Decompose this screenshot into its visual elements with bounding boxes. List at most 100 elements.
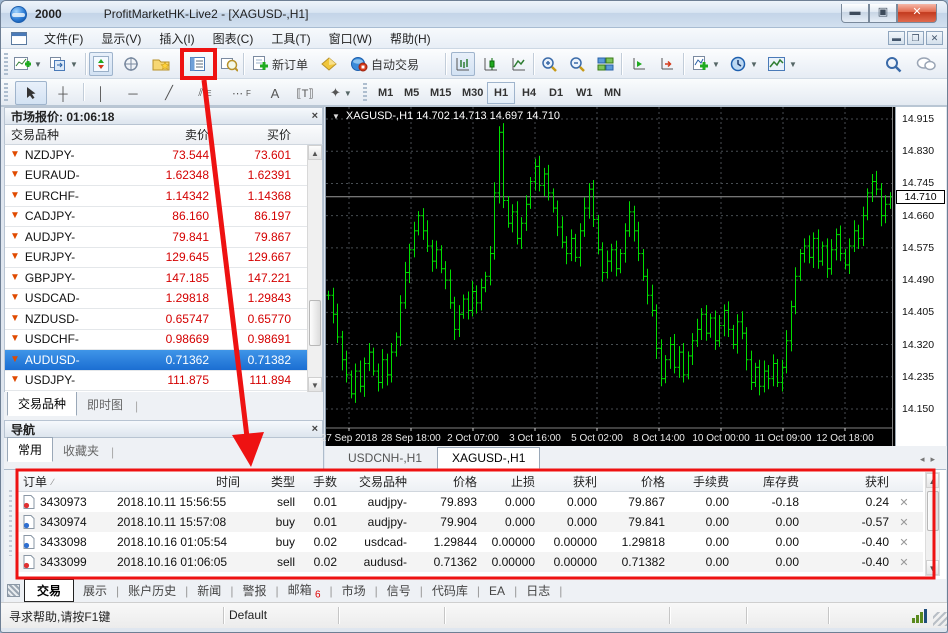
scrollbar-thumb[interactable] bbox=[927, 491, 939, 531]
mdi-minimize-button[interactable]: ▬ bbox=[888, 31, 905, 45]
timeframe-h4[interactable]: H4 bbox=[515, 82, 543, 104]
market-row-selected[interactable]: ▼ AUDUSD- 0.71362 0.71382 bbox=[5, 350, 322, 371]
resize-grip[interactable] bbox=[933, 612, 947, 626]
market-row[interactable]: ▼ NZDUSD- 0.65747 0.65770 bbox=[5, 309, 322, 330]
timeframe-mn[interactable]: MN bbox=[597, 82, 628, 104]
col-bid[interactable]: 卖价 bbox=[135, 126, 217, 143]
market-watch-scrollbar[interactable]: ▲ ▼ bbox=[307, 145, 322, 392]
close-order-icon[interactable]: ✕ bbox=[894, 496, 914, 509]
terminal-toggle-button[interactable] bbox=[185, 52, 209, 76]
tab-account-history[interactable]: 账户历史 bbox=[119, 580, 185, 601]
line-chart-button[interactable] bbox=[507, 52, 531, 76]
tab-common[interactable]: 常用 bbox=[7, 437, 54, 462]
tab-favorites[interactable]: 收藏夹 bbox=[53, 439, 109, 462]
new-order-button[interactable]: 新订单 bbox=[249, 52, 311, 76]
candlestick-chart-button[interactable] bbox=[479, 52, 503, 76]
tile-windows-button[interactable] bbox=[593, 52, 617, 76]
tab-tick-chart[interactable]: 即时图 bbox=[77, 393, 133, 416]
market-row[interactable]: ▼ GBPJPY- 147.185 147.221 bbox=[5, 268, 322, 289]
market-watch-toggle-button[interactable] bbox=[89, 52, 113, 76]
chart-window[interactable]: ▼ XAGUSD-,H1 14.702 14.713 14.697 14.710… bbox=[321, 107, 946, 446]
menu-file[interactable]: 文件(F) bbox=[35, 28, 92, 49]
order-row[interactable]: 3430974 2018.10.11 15:57:08 buy 0.01 audjpy… bbox=[18, 512, 923, 532]
bar-chart-button[interactable] bbox=[451, 52, 475, 76]
order-row[interactable]: 3433099 2018.10.16 01:06:05 sell 0.02 audus… bbox=[18, 552, 923, 572]
maximize-button[interactable]: ▣ bbox=[869, 4, 897, 23]
timeframe-m30[interactable]: M30 bbox=[455, 82, 490, 104]
market-row[interactable]: ▼ AUDJPY- 79.841 79.867 bbox=[5, 227, 322, 248]
col-profit[interactable]: 获利 bbox=[804, 473, 894, 490]
close-order-icon[interactable]: ✕ bbox=[894, 516, 914, 529]
market-row[interactable]: ▼ EURAUD- 1.62348 1.62391 bbox=[5, 166, 322, 186]
strategy-tester-button[interactable] bbox=[217, 52, 241, 76]
scrollbar-thumb[interactable] bbox=[309, 300, 321, 346]
timeframe-w1[interactable]: W1 bbox=[569, 82, 600, 104]
tab-signals[interactable]: 信号 bbox=[378, 580, 420, 601]
menu-help[interactable]: 帮助(H) bbox=[381, 28, 440, 49]
close-button[interactable]: ✕ bbox=[897, 4, 937, 23]
tab-alerts[interactable]: 警报 bbox=[233, 580, 275, 601]
col-order[interactable]: 订单 ∕ bbox=[18, 473, 112, 490]
metaeditor-button[interactable] bbox=[317, 52, 341, 76]
trendline-tool-button[interactable]: ╱ bbox=[157, 81, 181, 105]
market-row[interactable]: ▼ EURJPY- 129.645 129.667 bbox=[5, 248, 322, 268]
new-chart-button[interactable]: ▼ bbox=[11, 52, 45, 76]
chart-tab-scroll-icons[interactable]: ◂▸ bbox=[920, 454, 941, 465]
market-row[interactable]: ▼ USDCHF- 0.98669 0.98691 bbox=[5, 330, 322, 350]
tab-journal[interactable]: 日志 bbox=[517, 580, 559, 601]
timeframe-m15[interactable]: M15 bbox=[423, 82, 458, 104]
profiles-button[interactable]: ▼ bbox=[47, 52, 81, 76]
close-order-icon[interactable]: ✕ bbox=[894, 536, 914, 549]
tab-market[interactable]: 市场 bbox=[333, 580, 375, 601]
scroll-down-icon[interactable]: ▼ bbox=[308, 377, 322, 392]
channel-tool-button[interactable]: ⫽ E bbox=[193, 81, 217, 105]
scroll-up-icon[interactable]: ▲ bbox=[926, 473, 939, 488]
minimize-button[interactable]: ▬ bbox=[841, 4, 869, 23]
crosshair-tool-button[interactable]: ┼ bbox=[51, 81, 75, 105]
vertical-line-tool-button[interactable]: │ bbox=[89, 81, 113, 105]
col-symbol[interactable]: 交易品种 bbox=[342, 473, 412, 490]
market-row[interactable]: ▼ NZDJPY- 73.544 73.601 bbox=[5, 145, 322, 166]
toolbar-grip[interactable] bbox=[4, 83, 8, 103]
col-swap[interactable]: 库存费 bbox=[734, 473, 804, 490]
tab-trade[interactable]: 交易 bbox=[24, 579, 75, 602]
market-row[interactable]: ▼ CADJPY- 86.160 86.197 bbox=[5, 207, 322, 227]
market-watch-close-icon[interactable]: × bbox=[312, 110, 318, 122]
col-ask[interactable]: 买价 bbox=[217, 126, 299, 143]
terminal-grip[interactable] bbox=[4, 470, 18, 580]
price-chart[interactable] bbox=[326, 107, 896, 446]
col-price-current[interactable]: 价格 bbox=[602, 473, 670, 490]
col-sl[interactable]: 止损 bbox=[482, 473, 540, 490]
zoom-out-button[interactable] bbox=[565, 52, 589, 76]
periods-button[interactable]: ▼ bbox=[727, 52, 761, 76]
chart-window-icon[interactable] bbox=[11, 31, 27, 45]
col-time[interactable]: 时间 bbox=[112, 473, 245, 490]
terminal-scrollbar[interactable]: ▲ ▼ bbox=[925, 472, 940, 576]
tab-code-base[interactable]: 代码库 bbox=[423, 580, 477, 601]
chart-tab-usdcnh[interactable]: USDCNH-,H1 bbox=[333, 447, 437, 469]
text-label-tool-button[interactable]: ⟦T⟧ bbox=[293, 81, 317, 105]
scroll-up-icon[interactable]: ▲ bbox=[308, 145, 322, 160]
mdi-close-button[interactable]: ✕ bbox=[926, 31, 943, 45]
fibonacci-tool-button[interactable]: ⋯ F bbox=[229, 81, 254, 105]
menu-charts[interactable]: 图表(C) bbox=[204, 28, 263, 49]
col-lots[interactable]: 手数 bbox=[300, 473, 342, 490]
cursor-tool-button[interactable] bbox=[15, 81, 47, 105]
toolbar-grip[interactable] bbox=[363, 83, 367, 103]
menu-window[interactable]: 窗口(W) bbox=[320, 28, 381, 49]
chart-shift-button[interactable] bbox=[655, 52, 679, 76]
col-symbol[interactable]: 交易品种 bbox=[5, 126, 135, 143]
search-icon[interactable] bbox=[881, 52, 905, 76]
timeframe-m1[interactable]: M1 bbox=[371, 82, 400, 104]
zoom-in-button[interactable] bbox=[537, 52, 561, 76]
market-row[interactable]: ▼ USDJPY- 111.875 111.894 bbox=[5, 371, 322, 391]
tab-news[interactable]: 新闻 bbox=[188, 580, 230, 601]
tab-exposure[interactable]: 展示 bbox=[74, 580, 116, 601]
col-type[interactable]: 类型 bbox=[245, 473, 300, 490]
col-tp[interactable]: 获利 bbox=[540, 473, 602, 490]
col-price[interactable]: 价格 bbox=[412, 473, 482, 490]
menu-insert[interactable]: 插入(I) bbox=[150, 28, 203, 49]
tab-experts[interactable]: EA bbox=[480, 582, 514, 600]
chat-icon[interactable] bbox=[913, 52, 939, 76]
chart-expand-icon[interactable]: ▼ bbox=[332, 112, 340, 121]
